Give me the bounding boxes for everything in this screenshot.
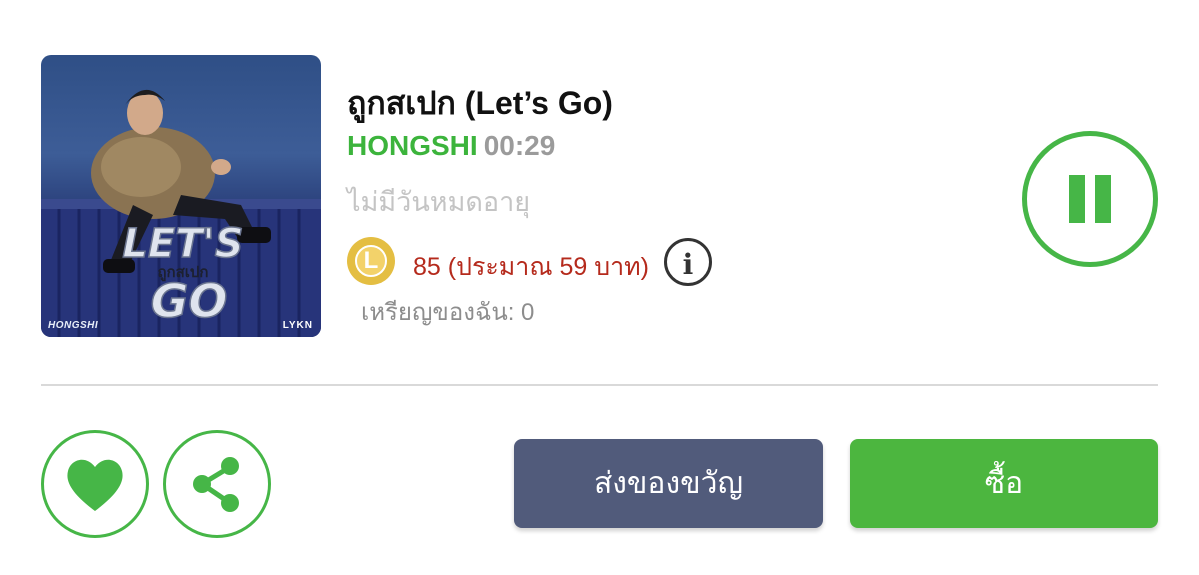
album-title-top: LET'S bbox=[122, 221, 243, 267]
info-glyph: i bbox=[682, 248, 694, 281]
line-coin-icon: L bbox=[347, 237, 395, 285]
coin-letter: L bbox=[363, 247, 379, 274]
share-button[interactable] bbox=[163, 430, 271, 538]
validity-text: ไม่มีวันหมดอายุ bbox=[347, 187, 531, 217]
track-title: ถูกสเปก (Let’s Go) bbox=[347, 85, 613, 121]
my-coins-balance: เหรียญของฉัน: 0 bbox=[361, 299, 535, 326]
album-cover: LET'S ถูกสเปก GO HONGSHI LYKN bbox=[41, 55, 321, 337]
artist-name[interactable]: HONGSHI bbox=[347, 130, 478, 161]
pause-button[interactable] bbox=[1022, 131, 1158, 267]
buy-button[interactable]: ซื้อ bbox=[850, 439, 1158, 528]
artist-duration-line: HONGSHI 00:29 bbox=[347, 130, 555, 162]
pause-icon-bar-right bbox=[1095, 175, 1111, 223]
pause-icon-bar-left bbox=[1069, 175, 1085, 223]
album-artist-tag: HONGSHI bbox=[48, 320, 99, 331]
heart-icon bbox=[67, 459, 123, 511]
album-title-art: LET'S ถูกสเปก GO bbox=[93, 215, 273, 325]
album-title-bottom: GO bbox=[151, 274, 228, 325]
price-text: 85 (ประมาณ 59 บาท) bbox=[413, 253, 649, 281]
track-duration: 00:29 bbox=[483, 130, 556, 161]
info-icon[interactable]: i bbox=[664, 238, 712, 286]
divider bbox=[41, 384, 1158, 386]
share-icon bbox=[193, 457, 239, 512]
send-gift-button[interactable]: ส่งของขวัญ bbox=[514, 439, 823, 528]
like-button[interactable] bbox=[41, 430, 149, 538]
record-label-logo: LYKN bbox=[282, 320, 313, 331]
song-purchase-panel: LET'S ถูกสเปก GO HONGSHI LYKN ถูกสเปก (L… bbox=[0, 0, 1199, 575]
